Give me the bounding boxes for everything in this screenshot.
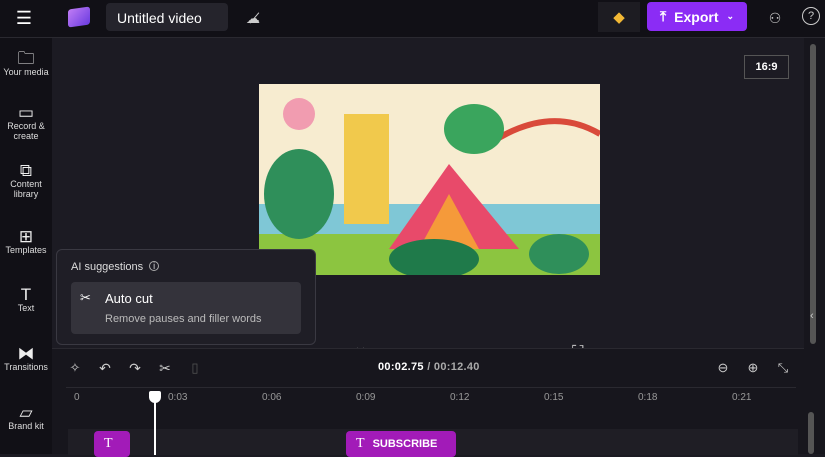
zoom-out-icon[interactable]: ⊖ <box>714 359 732 377</box>
text-icon: T <box>20 285 32 304</box>
sidebar-item-text[interactable]: T Text <box>0 285 52 313</box>
scrollbar[interactable] <box>808 412 814 454</box>
sidebar: 🗀 Your media ▭ Record & create ⧉ Content li… <box>0 38 52 454</box>
transitions-icon: ⧓ <box>17 344 35 363</box>
library-icon: ⧉ <box>19 161 33 180</box>
video-frame <box>259 84 600 275</box>
app-logo <box>68 6 90 28</box>
templates-icon: ⊞ <box>18 227 34 246</box>
upload-icon: ⤒ <box>659 8 667 24</box>
aspect-ratio-button[interactable]: 16:9 <box>744 55 789 79</box>
split-scissors-icon[interactable]: ✂ <box>156 359 174 377</box>
chevron-left-icon[interactable]: ‹ <box>810 310 814 322</box>
zoom-in-icon[interactable]: ⊕ <box>744 359 762 377</box>
undo-icon[interactable]: ↶ <box>96 359 114 377</box>
redo-icon[interactable]: ↷ <box>126 359 144 377</box>
sidebar-item-your-media[interactable]: 🗀 Your media <box>0 49 52 77</box>
sidebar-item-templates[interactable]: ⊞ Templates <box>0 227 52 255</box>
text-icon: T <box>356 436 365 451</box>
sidebar-item-transitions[interactable]: ⧓ Transitions <box>0 344 52 372</box>
brand-kit-icon: ▱ <box>19 403 33 422</box>
add-to-timeline-icon: ▯ <box>191 360 199 375</box>
text-icon: T <box>104 436 113 451</box>
info-icon[interactable]: i <box>149 261 160 271</box>
scrollbar[interactable] <box>810 44 816 344</box>
time-display: 00:02.75 / 00:12.40 <box>378 361 480 373</box>
timeline: ✧ ↶ ↷ ✂ ▯ 00:02.75 / 00:12.40 ⊖ ⊕ ⤡ 0 0:… <box>52 348 804 457</box>
ai-sparkle-icon[interactable]: ✧ <box>66 359 84 377</box>
project-title-input[interactable]: Untitled video <box>106 3 228 31</box>
top-bar: ☰ Untitled video ☁̸ ◆ ⤒ Export ⌄ ⚇ ? <box>0 0 825 38</box>
playhead-handle[interactable] <box>149 391 161 403</box>
right-panel-toggle[interactable]: ‹ <box>804 38 825 454</box>
sidebar-item-content-library[interactable]: ⧉ Content library <box>0 161 52 199</box>
auto-cut-icon: ✂ <box>80 290 91 305</box>
auto-cut-button[interactable]: ✂ Auto cut Remove pauses and filler word… <box>71 282 301 334</box>
text-clip-subscribe[interactable]: T SUBSCRIBE <box>346 431 456 457</box>
chevron-down-icon: ⌄ <box>726 11 735 21</box>
camera-icon: ▭ <box>17 103 35 122</box>
export-button[interactable]: ⤒ Export ⌄ <box>647 2 747 31</box>
fit-timeline-icon[interactable]: ⤡ <box>774 359 792 377</box>
ai-suggestions-popup: AI suggestions i ✂ Auto cut Remove pauses… <box>56 249 316 345</box>
sidebar-item-record-create[interactable]: ▭ Record & create <box>0 103 52 141</box>
sidebar-item-brand-kit[interactable]: ▱ Brand kit <box>0 403 52 431</box>
cloud-sync-off-icon[interactable]: ☁̸ <box>242 8 264 28</box>
text-clip[interactable]: T <box>94 431 130 457</box>
premium-diamond-button[interactable]: ◆ <box>598 2 640 32</box>
folder-icon: 🗀 <box>17 49 35 68</box>
share-people-icon[interactable]: ⚇ <box>764 7 786 29</box>
help-icon[interactable]: ? <box>802 7 820 25</box>
menu-button[interactable]: ☰ <box>12 8 36 28</box>
